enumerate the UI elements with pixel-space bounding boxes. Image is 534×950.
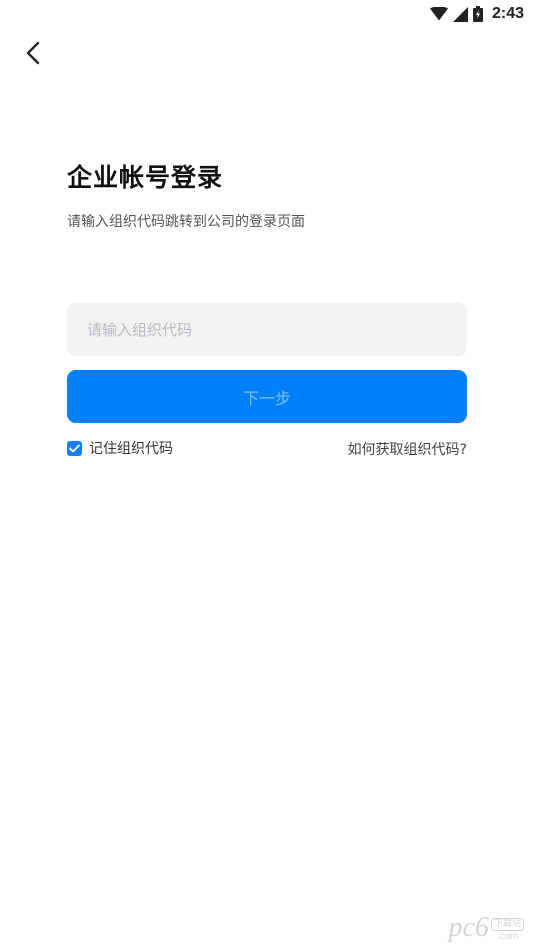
page-subtitle: 请输入组织代码跳转到公司的登录页面 — [67, 214, 305, 230]
status-icons: 2:43 — [429, 4, 524, 24]
wifi-icon — [429, 7, 448, 21]
remember-label: 记住组织代码 — [89, 441, 173, 457]
signal-icon — [452, 6, 468, 22]
org-code-input[interactable] — [67, 303, 467, 356]
remember-org-code-checkbox[interactable]: 记住组织代码 — [67, 438, 173, 458]
status-bar: 2:43 — [0, 0, 534, 28]
watermark-side: 下载站 .com — [490, 918, 524, 942]
chevron-left-icon — [26, 41, 40, 65]
back-button[interactable] — [18, 38, 48, 68]
watermark-logo: pc6 下载站 .com — [449, 914, 524, 942]
next-step-button[interactable]: 下一步 — [67, 370, 467, 423]
watermark-main: pc6 — [448, 912, 489, 943]
checkbox-checked-icon[interactable] — [67, 440, 82, 456]
page-title: 企业帐号登录 — [67, 163, 224, 192]
watermark-top: 下载站 — [490, 918, 524, 931]
watermark-sub: .com — [496, 931, 519, 942]
status-time: 2:43 — [491, 5, 524, 22]
how-to-get-org-code-link[interactable]: 如何获取组织代码? — [348, 439, 467, 459]
battery-icon — [472, 6, 483, 22]
